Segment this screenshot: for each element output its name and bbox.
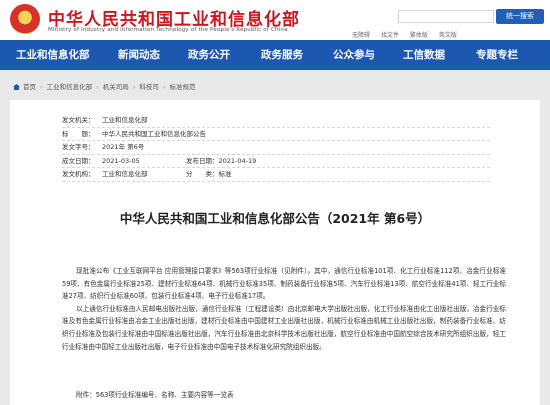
nav-item-news[interactable]: 新闻动态 bbox=[118, 40, 160, 70]
meta-key: 发文字号： bbox=[62, 143, 95, 151]
nav-item-special-columns[interactable]: 专题专栏 bbox=[476, 40, 518, 70]
breadcrumb-standards[interactable]: 标准规范 bbox=[169, 83, 195, 91]
top-link-accessibility[interactable]: 无障碍 bbox=[352, 32, 370, 39]
top-links: 无障碍 找文件 繁体版 英文版 bbox=[352, 30, 466, 39]
meta-row-org: 发文机构： 工业和信息化部 分 类：标准 bbox=[62, 168, 490, 182]
document-meta: 发文机关： 工业和信息化部 标 题： 中华人民共和国工业和信息化部公告 发文字号： 2… bbox=[62, 114, 490, 182]
nav-item-miit[interactable]: 工业和信息化部 bbox=[16, 40, 90, 70]
meta-row-issuer: 发文机关： 工业和信息化部 bbox=[62, 114, 490, 128]
meta-key: 分 类： bbox=[186, 170, 219, 178]
meta-key: 成文日期： bbox=[62, 156, 95, 165]
meta-publish-group: 发布日期：2021-04-19 bbox=[186, 155, 256, 169]
document-body: 现批准公布《工业互联网平台 应用管理接口要求》等563项行业标准（见附件）。其中… bbox=[62, 265, 506, 353]
meta-row-dates: 成文日期： 2021-03-05 发布日期：2021-04-19 bbox=[62, 155, 490, 169]
meta-title: 中华人民共和国工业和信息化部公告 bbox=[102, 129, 206, 138]
breadcrumb-tech-dept[interactable]: 科技司 bbox=[139, 83, 159, 91]
site-subtitle: Ministry of Industry and Information Tec… bbox=[48, 27, 288, 33]
breadcrumb-bureaus[interactable]: 机关司局 bbox=[103, 83, 129, 91]
document-title: 中华人民共和国工业和信息化部公告（2021年 第6号） bbox=[119, 211, 431, 226]
attachment-link[interactable]: 附件：563项行业标准编号、名称、主要内容等一览表 bbox=[76, 389, 234, 399]
meta-issuer: 工业和信息化部 bbox=[102, 116, 148, 124]
breadcrumb-home[interactable]: 首页 bbox=[23, 83, 36, 91]
nav-item-public-participation[interactable]: 公众参与 bbox=[333, 40, 375, 70]
meta-number: 2021年 第6号 bbox=[102, 143, 145, 151]
top-link-traditional[interactable]: 繁体版 bbox=[410, 32, 428, 39]
meta-publish: 2021-04-19 bbox=[218, 156, 257, 165]
breadcrumb-miit[interactable]: 工业和信息化部 bbox=[47, 83, 93, 91]
nav-item-gov-services[interactable]: 政务服务 bbox=[261, 40, 303, 70]
breadcrumb-separator: › bbox=[40, 83, 43, 91]
search-input[interactable] bbox=[398, 10, 494, 23]
nav-item-gov-affairs[interactable]: 政务公开 bbox=[188, 40, 230, 70]
meta-key: 标 题： bbox=[62, 129, 95, 138]
meta-key: 发文机关： bbox=[62, 116, 95, 124]
breadcrumb-separator: › bbox=[132, 83, 136, 91]
document-paragraph: 现批准公布《工业互联网平台 应用管理接口要求》等563项行业标准（见附件）。其中… bbox=[62, 267, 506, 301]
meta-date: 2021-03-05 bbox=[102, 156, 140, 165]
main-nav: 工业和信息化部 新闻动态 政务公开 政务服务 公众参与 工信数据 专题专栏 bbox=[0, 40, 550, 70]
meta-row-title: 标 题： 中华人民共和国工业和信息化部公告 bbox=[62, 128, 490, 141]
nav-item-data[interactable]: 工信数据 bbox=[403, 40, 445, 70]
top-link-english[interactable]: 英文版 bbox=[439, 32, 457, 39]
national-emblem-icon bbox=[10, 4, 40, 34]
content-panel: 发文机关： 工业和信息化部 标 题： 中华人民共和国工业和信息化部公告 发文字号： 2… bbox=[10, 100, 540, 405]
meta-org: 工业和信息化部 bbox=[102, 170, 148, 178]
meta-category-group: 分 类：标准 bbox=[186, 168, 232, 182]
breadcrumb: 首页 › 工业和信息化部 › 机关司局 › 科技司 › 标准规范 bbox=[0, 78, 550, 96]
home-icon bbox=[13, 84, 20, 90]
search-button[interactable]: 统一搜索 bbox=[496, 9, 544, 24]
breadcrumb-separator: › bbox=[162, 83, 166, 91]
meta-category: 标准 bbox=[218, 170, 232, 178]
meta-row-number: 发文字号： 2021年 第6号 bbox=[62, 141, 490, 155]
top-link-find-files[interactable]: 找文件 bbox=[381, 32, 399, 39]
site-header: 中华人民共和国工业和信息化部 Ministry of Industry and … bbox=[0, 0, 550, 40]
breadcrumb-separator: › bbox=[96, 83, 99, 91]
meta-key: 发布日期： bbox=[186, 156, 219, 165]
document-paragraph: 以上通信行业标准由人民邮电出版社出版，通信行业标准（工程建设类）由北京邮电大学出… bbox=[62, 304, 506, 351]
meta-key: 发文机构： bbox=[62, 170, 95, 178]
